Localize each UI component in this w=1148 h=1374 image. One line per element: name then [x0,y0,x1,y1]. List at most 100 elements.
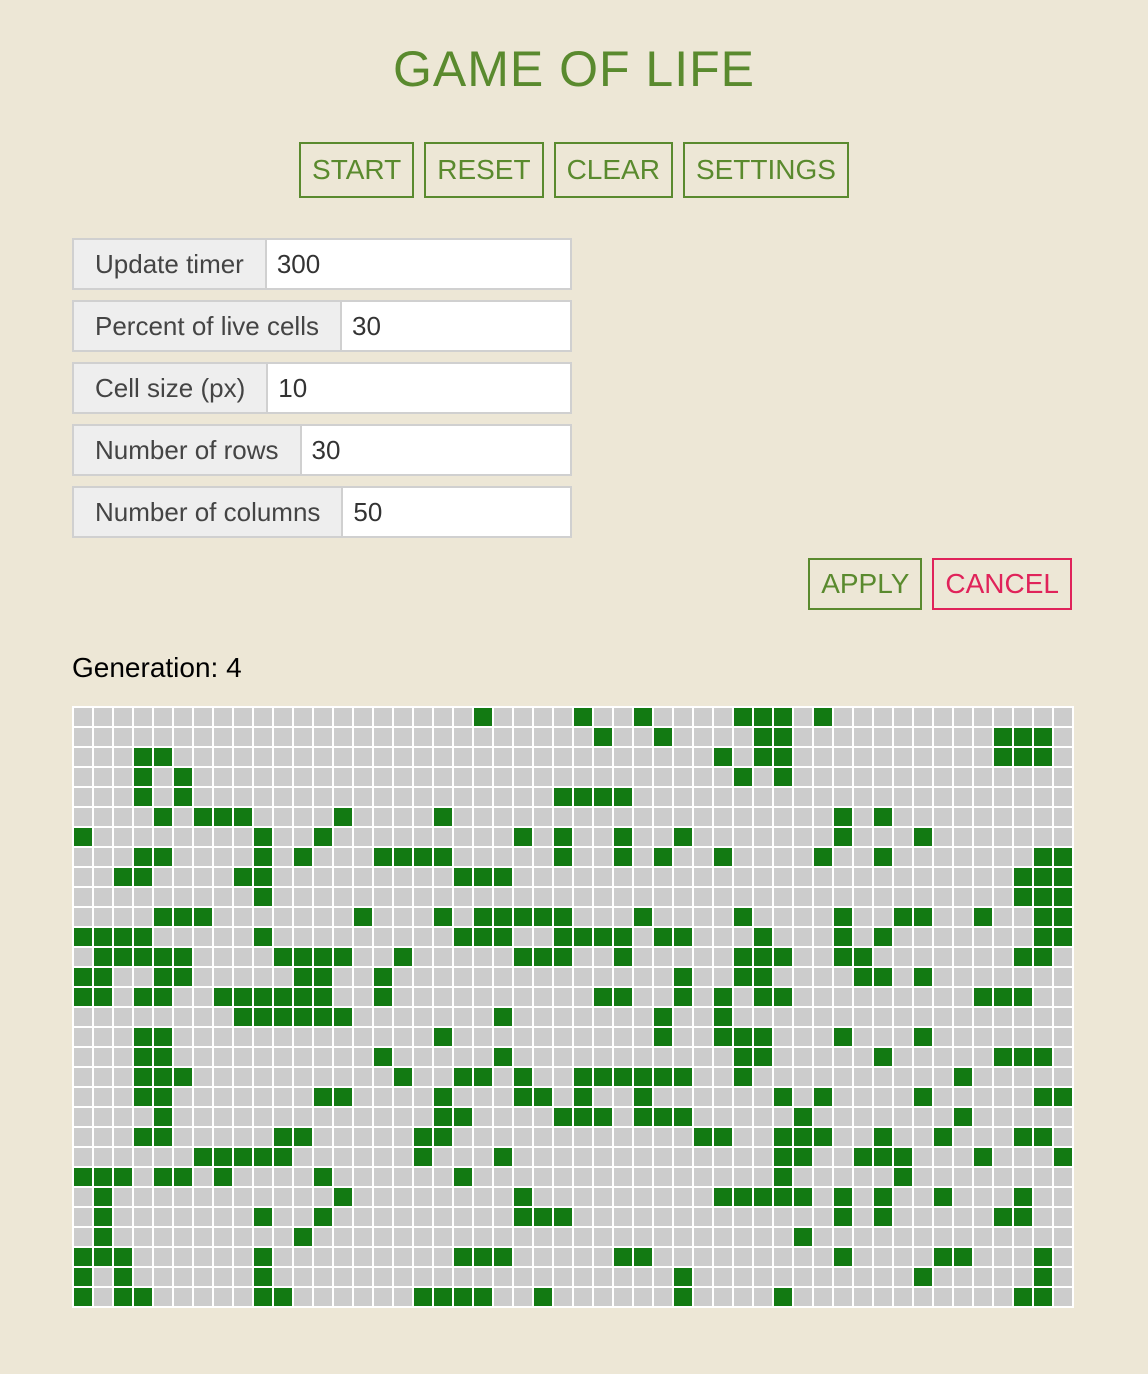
dead-cell[interactable] [634,848,652,866]
dead-cell[interactable] [234,788,252,806]
dead-cell[interactable] [514,1108,532,1126]
dead-cell[interactable] [114,788,132,806]
dead-cell[interactable] [654,1128,672,1146]
live-cell[interactable] [614,928,632,946]
dead-cell[interactable] [194,768,212,786]
dead-cell[interactable] [114,908,132,926]
dead-cell[interactable] [1054,1108,1072,1126]
dead-cell[interactable] [934,1008,952,1026]
dead-cell[interactable] [734,1008,752,1026]
dead-cell[interactable] [514,1048,532,1066]
dead-cell[interactable] [374,1288,392,1306]
dead-cell[interactable] [474,1028,492,1046]
dead-cell[interactable] [694,1248,712,1266]
dead-cell[interactable] [214,1208,232,1226]
live-cell[interactable] [494,928,512,946]
dead-cell[interactable] [694,1228,712,1246]
dead-cell[interactable] [654,1148,672,1166]
dead-cell[interactable] [314,1068,332,1086]
dead-cell[interactable] [294,1108,312,1126]
dead-cell[interactable] [334,1248,352,1266]
live-cell[interactable] [1034,888,1052,906]
dead-cell[interactable] [694,1208,712,1226]
dead-cell[interactable] [474,728,492,746]
dead-cell[interactable] [714,1148,732,1166]
dead-cell[interactable] [814,1028,832,1046]
live-cell[interactable] [994,988,1012,1006]
dead-cell[interactable] [234,708,252,726]
dead-cell[interactable] [254,1168,272,1186]
dead-cell[interactable] [914,848,932,866]
dead-cell[interactable] [374,928,392,946]
live-cell[interactable] [874,1148,892,1166]
dead-cell[interactable] [714,768,732,786]
dead-cell[interactable] [254,968,272,986]
dead-cell[interactable] [534,928,552,946]
dead-cell[interactable] [274,1188,292,1206]
dead-cell[interactable] [874,828,892,846]
dead-cell[interactable] [354,848,372,866]
dead-cell[interactable] [334,828,352,846]
live-cell[interactable] [254,848,272,866]
dead-cell[interactable] [854,1188,872,1206]
live-cell[interactable] [94,1188,112,1206]
dead-cell[interactable] [714,968,732,986]
live-cell[interactable] [754,708,772,726]
live-cell[interactable] [334,948,352,966]
dead-cell[interactable] [534,1268,552,1286]
dead-cell[interactable] [414,868,432,886]
dead-cell[interactable] [734,928,752,946]
live-cell[interactable] [194,808,212,826]
dead-cell[interactable] [414,1208,432,1226]
dead-cell[interactable] [1014,708,1032,726]
dead-cell[interactable] [414,1168,432,1186]
dead-cell[interactable] [74,808,92,826]
live-cell[interactable] [374,1048,392,1066]
dead-cell[interactable] [194,828,212,846]
live-cell[interactable] [654,1068,672,1086]
dead-cell[interactable] [954,1268,972,1286]
dead-cell[interactable] [994,1128,1012,1146]
dead-cell[interactable] [294,728,312,746]
dead-cell[interactable] [354,928,372,946]
dead-cell[interactable] [294,708,312,726]
dead-cell[interactable] [674,1028,692,1046]
dead-cell[interactable] [134,1108,152,1126]
dead-cell[interactable] [774,1028,792,1046]
dead-cell[interactable] [914,1228,932,1246]
live-cell[interactable] [874,1048,892,1066]
live-cell[interactable] [594,728,612,746]
dead-cell[interactable] [174,928,192,946]
live-cell[interactable] [554,1108,572,1126]
live-cell[interactable] [754,748,772,766]
dead-cell[interactable] [674,1148,692,1166]
dead-cell[interactable] [734,748,752,766]
dead-cell[interactable] [854,1048,872,1066]
dead-cell[interactable] [174,1228,192,1246]
dead-cell[interactable] [614,1228,632,1246]
dead-cell[interactable] [414,988,432,1006]
dead-cell[interactable] [434,768,452,786]
dead-cell[interactable] [694,968,712,986]
dead-cell[interactable] [434,928,452,946]
dead-cell[interactable] [254,768,272,786]
dead-cell[interactable] [574,888,592,906]
live-cell[interactable] [714,748,732,766]
dead-cell[interactable] [194,1128,212,1146]
dead-cell[interactable] [354,948,372,966]
live-cell[interactable] [434,1028,452,1046]
dead-cell[interactable] [814,948,832,966]
dead-cell[interactable] [174,1108,192,1126]
live-cell[interactable] [774,948,792,966]
dead-cell[interactable] [874,768,892,786]
dead-cell[interactable] [314,848,332,866]
dead-cell[interactable] [354,1128,372,1146]
dead-cell[interactable] [774,1068,792,1086]
dead-cell[interactable] [194,1068,212,1086]
dead-cell[interactable] [134,728,152,746]
dead-cell[interactable] [614,1188,632,1206]
dead-cell[interactable] [694,1088,712,1106]
dead-cell[interactable] [414,1088,432,1106]
live-cell[interactable] [254,1148,272,1166]
dead-cell[interactable] [1054,1208,1072,1226]
